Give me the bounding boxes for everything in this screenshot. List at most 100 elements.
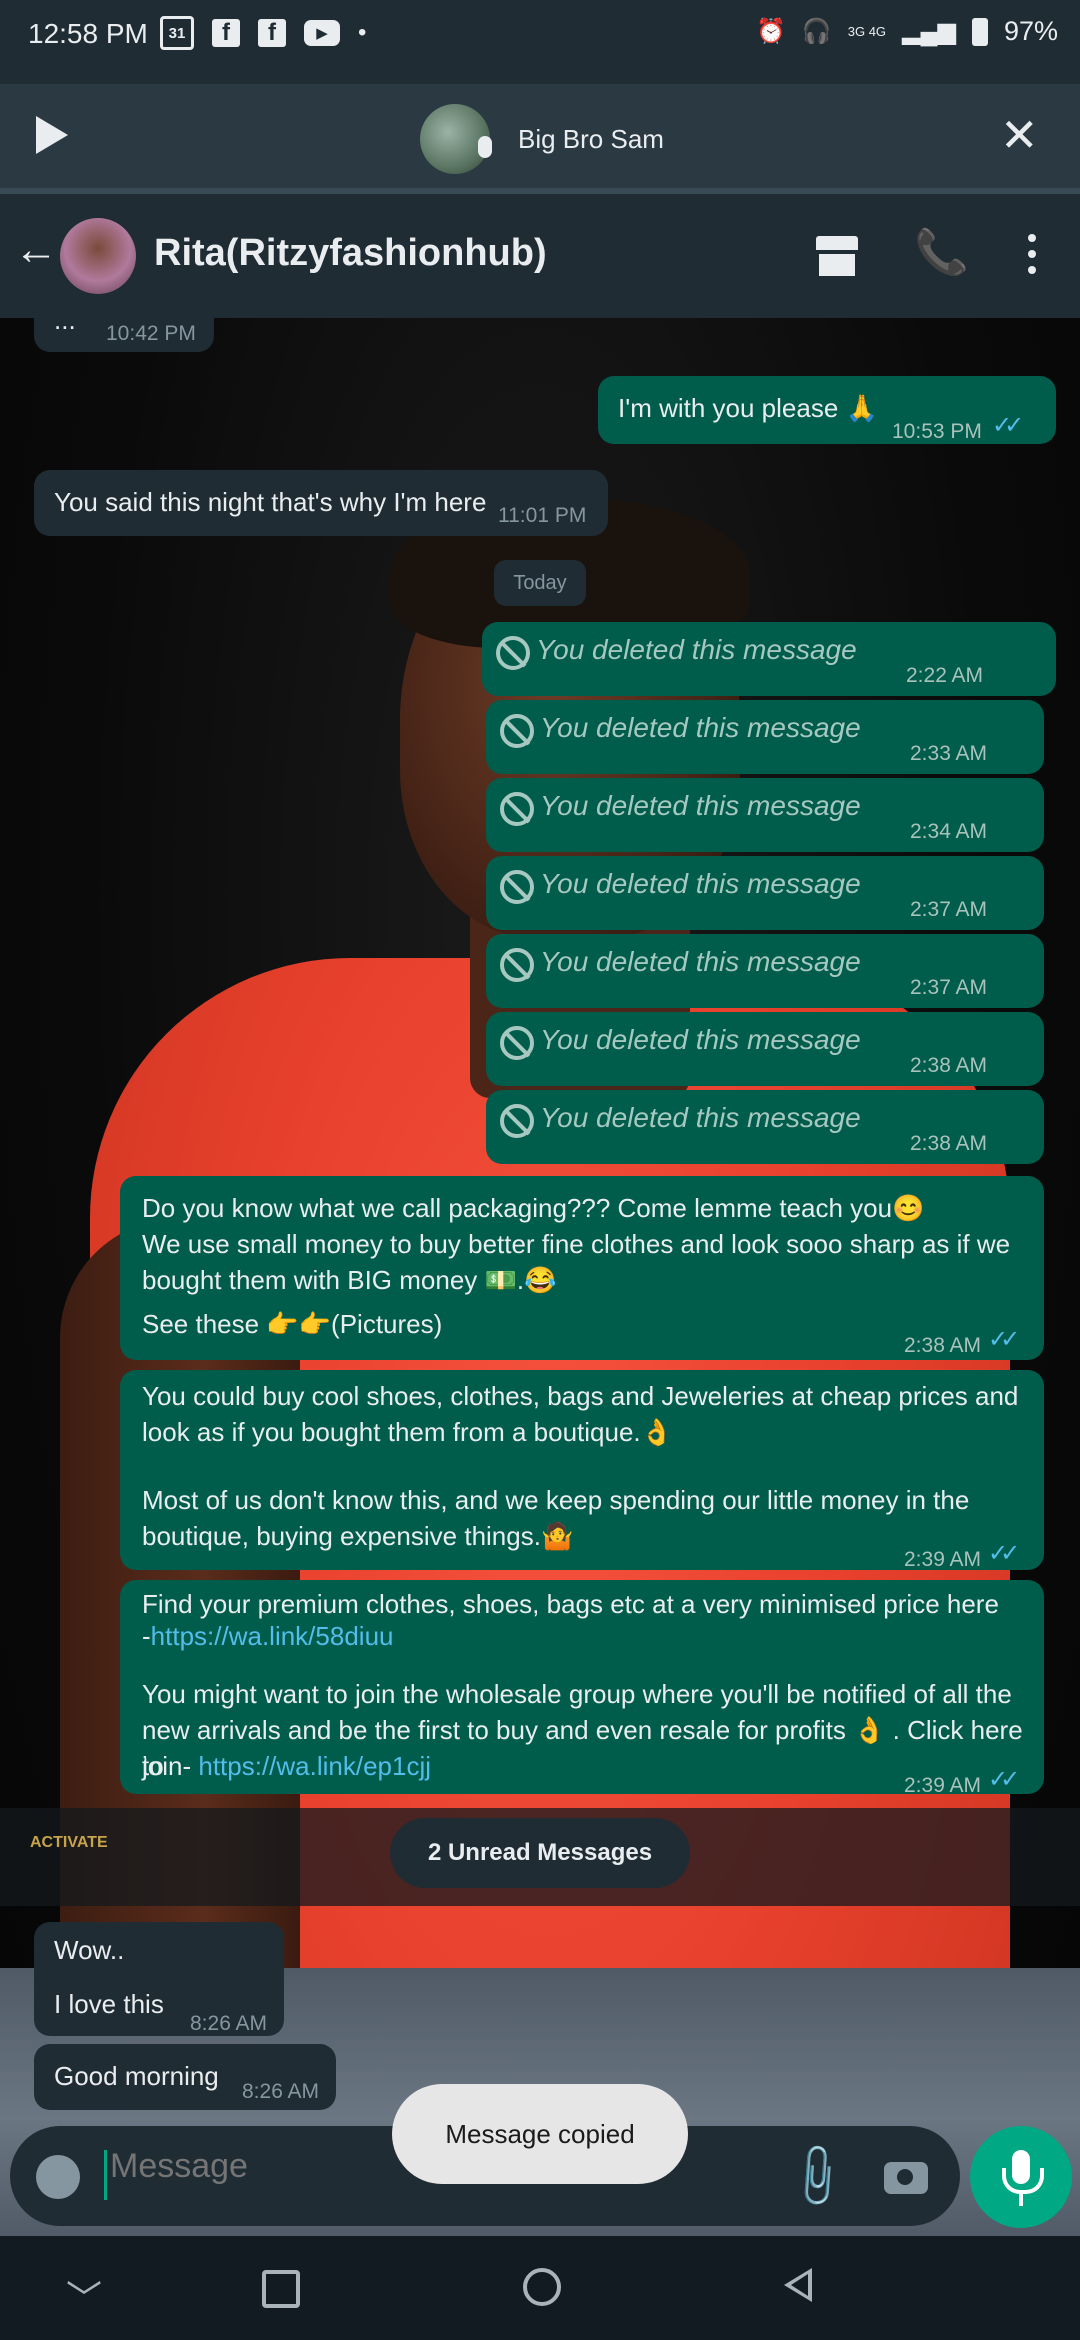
message-outgoing[interactable]: I'm with you please 🙏 10:53 PM ✓✓ (598, 376, 1056, 444)
emoji-icon[interactable] (36, 2155, 80, 2199)
message-time: 2:38 AM (910, 1132, 988, 1155)
message-time: 2:37 AM (910, 898, 988, 921)
message-time: 2:33 AM (910, 742, 988, 765)
message-time: 2:38 AM (904, 1334, 982, 1357)
status-bar: 12:58 PM 31 f f ▶ • ⏰ 🎧 3G 4G ▂▄▆ 97% (0, 0, 1080, 84)
deleted-message-text: You deleted this message (540, 1102, 861, 1133)
copied-toast: Message copied (392, 2084, 688, 2184)
recents-button[interactable] (262, 2270, 300, 2308)
double-check-icon: ✓✓ (992, 412, 1024, 439)
message-text: bought them with BIG money 💵.😂 (142, 1265, 557, 1295)
message-time: 2:22 AM (906, 664, 984, 687)
facebook-icon: f (258, 19, 286, 47)
deleted-message-text: You deleted this message (536, 634, 857, 665)
message-text: Find your premium clothes, shoes, bags e… (142, 1589, 999, 1619)
message-time: 10:42 PM (106, 322, 196, 345)
more-options-icon[interactable] (1028, 234, 1036, 282)
message-time: 2:34 AM (910, 820, 988, 843)
link-58diuu[interactable]: https://wa.link/58diuu (151, 1621, 394, 1651)
contact-avatar[interactable] (60, 218, 136, 294)
calendar-icon: 31 (160, 16, 194, 50)
message-text: You could buy cool shoes, clothes, bags … (142, 1381, 1019, 1411)
unread-messages-badge: 2 Unread Messages (390, 1818, 690, 1888)
play-icon[interactable] (36, 116, 68, 154)
add-call-icon[interactable]: 📞 (914, 226, 969, 278)
facebook-icon: f (212, 19, 240, 47)
message-text: I'm with you please 🙏 (618, 393, 878, 423)
message-text: I love this (54, 1989, 164, 2019)
signal-icon: ▂▄▆ (902, 18, 956, 45)
deleted-message[interactable]: You deleted this message 2:22 AM (482, 622, 1056, 696)
message-text: - (142, 1621, 151, 1651)
deleted-message-text: You deleted this message (540, 1024, 861, 1055)
blocked-icon (500, 870, 534, 904)
blocked-icon (500, 1026, 534, 1060)
battery-icon (971, 17, 988, 46)
message-text: ... (54, 305, 76, 335)
text-caret (104, 2150, 107, 2200)
link-ep1cjj[interactable]: https://wa.link/ep1cjj (198, 1751, 431, 1781)
network-type-label: 3G 4G (847, 24, 887, 39)
message-text: Wow.. (54, 1935, 125, 1965)
close-icon[interactable]: ✕ (1000, 112, 1039, 158)
message-time: 11:01 PM (498, 504, 587, 527)
back-button[interactable] (784, 2268, 812, 2302)
blocked-icon (500, 714, 534, 748)
message-text: Do you know what we call packaging??? Co… (142, 1193, 925, 1223)
blocked-icon (500, 948, 534, 982)
message-incoming[interactable]: Wow.. I love this 8:26 AM (34, 1922, 284, 2036)
deleted-message-text: You deleted this message (540, 790, 861, 821)
deleted-message[interactable]: You deleted this message 2:37 AM (486, 934, 1044, 1008)
message-time: 8:26 AM (190, 2012, 268, 2035)
double-check-icon: ✓✓ (988, 1326, 1020, 1353)
message-text: You said this night that's why I'm here (54, 487, 487, 517)
deleted-message-text: You deleted this message (540, 868, 861, 899)
deleted-message-text: You deleted this message (540, 712, 861, 743)
message-time: 10:53 PM (892, 420, 982, 443)
catalog-store-icon[interactable] (816, 236, 858, 276)
message-time: 2:39 AM (904, 1548, 982, 1571)
message-outgoing[interactable]: Find your premium clothes, shoes, bags e… (120, 1580, 1044, 1797)
blocked-icon (496, 636, 530, 670)
system-icons: ⏰ 🎧 3G 4G ▂▄▆ 97% (756, 16, 1058, 47)
message-text: You might want to join the wholesale gro… (142, 1679, 1012, 1709)
message-text: See these 👉👉(Pictures) (142, 1309, 443, 1339)
message-text: Good morning (54, 2061, 219, 2091)
message-incoming[interactable]: Good morning 8:26 AM (34, 2044, 336, 2110)
contact-name[interactable]: Rita(Ritzyfashionhub) (154, 232, 547, 275)
deleted-message[interactable]: You deleted this message 2:38 AM (486, 1012, 1044, 1086)
deleted-message[interactable]: You deleted this message 2:33 AM (486, 700, 1044, 774)
deleted-message-text: You deleted this message (540, 946, 861, 977)
message-text: Most of us don't know this, and we keep … (142, 1485, 970, 1515)
headphones-icon: 🎧 (801, 18, 832, 45)
message-text: join- (142, 1751, 199, 1781)
battery-percent: 97% (1003, 16, 1058, 46)
message-outgoing[interactable]: You could buy cool shoes, clothes, bags … (120, 1370, 1044, 1571)
youtube-icon: ▶ (304, 20, 340, 46)
message-time: 2:37 AM (910, 976, 988, 999)
back-arrow-icon[interactable]: ← (14, 228, 58, 272)
activate-watermark-logo: ACTIVATE (30, 1834, 108, 1851)
message-time: 8:26 AM (242, 2080, 320, 2103)
message-incoming[interactable]: ... 10:42 PM (34, 300, 214, 352)
message-text: We use small money to buy better fine cl… (142, 1229, 1011, 1259)
camera-icon[interactable] (884, 2162, 928, 2194)
home-button[interactable] (523, 2268, 561, 2306)
message-outgoing[interactable]: Do you know what we call packaging??? Co… (120, 1176, 1044, 1360)
double-check-icon: ✓✓ (988, 1540, 1020, 1567)
more-notifications-dot-icon: • (358, 19, 367, 46)
message-incoming[interactable]: You said this night that's why I'm here … (34, 470, 608, 536)
message-text: look as if you bought them from a boutiq… (142, 1417, 674, 1447)
blocked-icon (500, 1104, 534, 1138)
deleted-message[interactable]: You deleted this message 2:34 AM (486, 778, 1044, 852)
message-link-row: join- https://wa.link/ep1cjj (142, 1748, 431, 1784)
deleted-message[interactable]: You deleted this message 2:37 AM (486, 856, 1044, 930)
deleted-message[interactable]: You deleted this message 2:38 AM (486, 1090, 1044, 1164)
alarm-icon: ⏰ (755, 18, 786, 45)
message-time: 2:38 AM (910, 1054, 988, 1077)
message-text: boutique, buying expensive things.🤷 (142, 1521, 574, 1551)
message-time: 2:39 AM (904, 1774, 982, 1797)
hide-keyboard-chevron-icon[interactable]: ﹀ (66, 2270, 102, 2322)
status-time: 12:58 PM (28, 18, 148, 49)
voice-record-button[interactable] (970, 2126, 1072, 2228)
